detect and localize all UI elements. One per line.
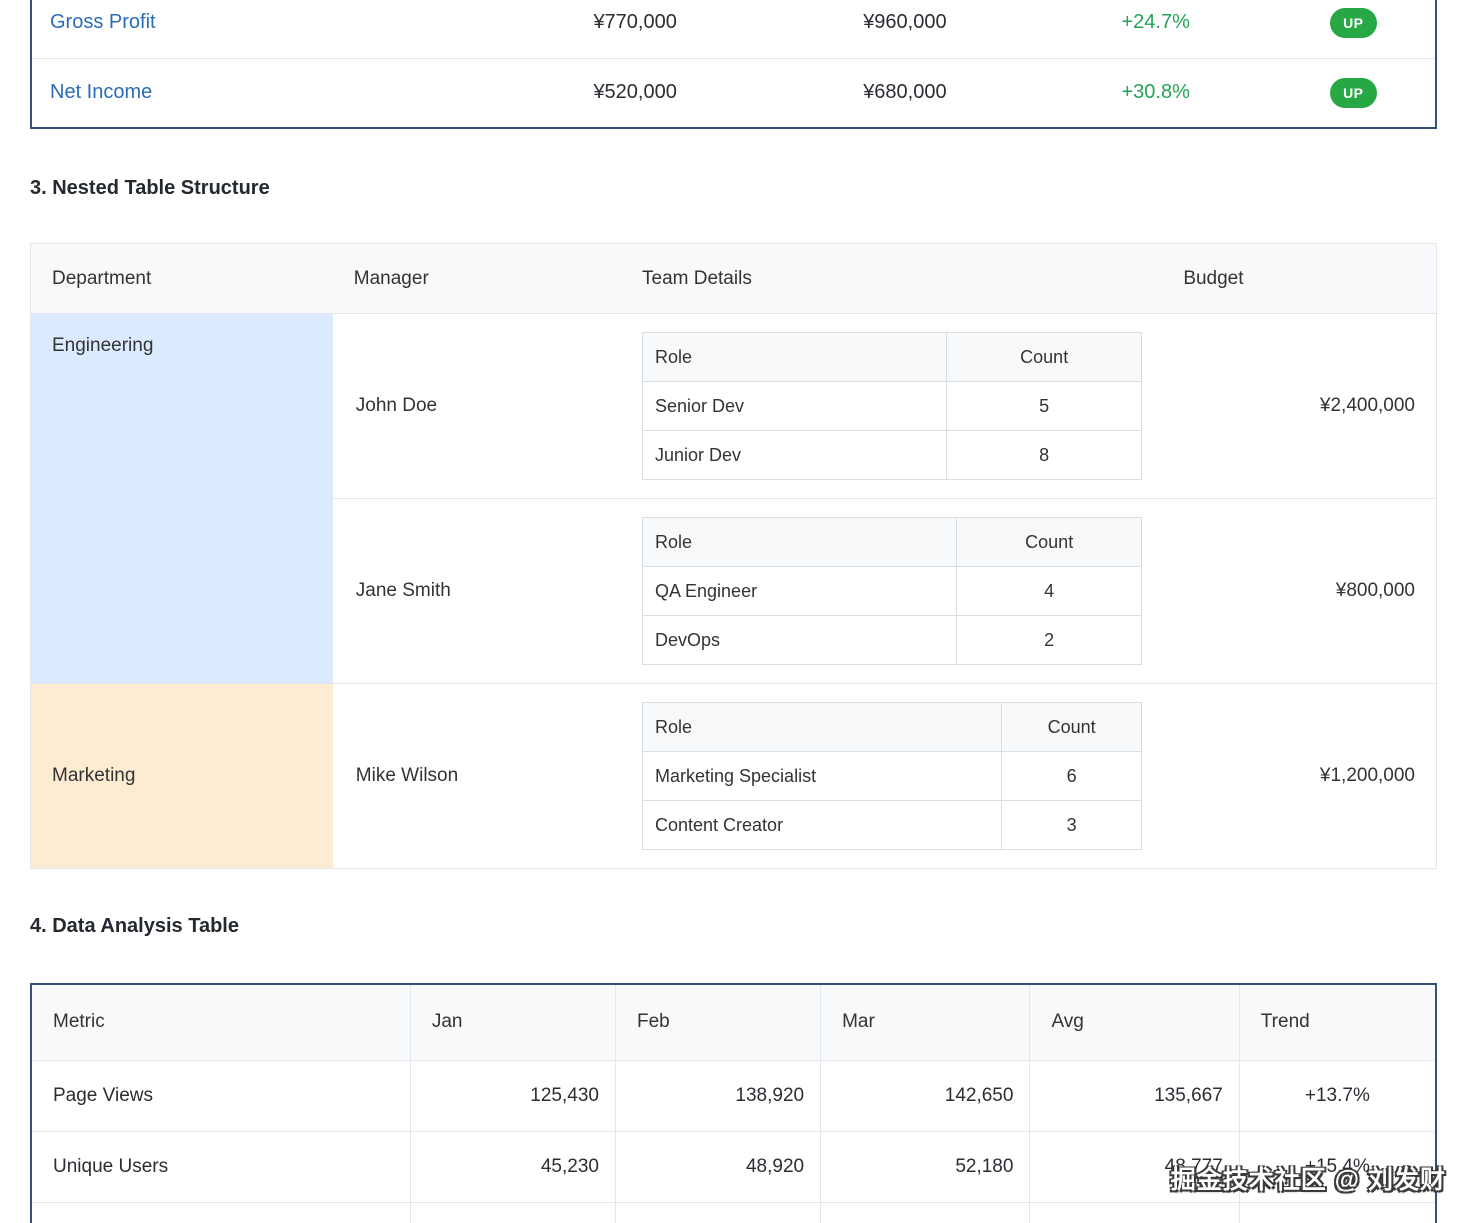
badge-cell: UP bbox=[1272, 0, 1436, 58]
metric-cell: Page Views bbox=[31, 1060, 410, 1131]
status-badge-up: UP bbox=[1330, 8, 1376, 38]
manager-cell: Mike Wilson bbox=[333, 684, 621, 869]
value-cell: 48,920 bbox=[615, 1131, 820, 1202]
role-cell: Content Creator bbox=[643, 801, 1002, 850]
article-content: Gross Profit ¥770,000 ¥960,000 +24.7% UP… bbox=[0, 0, 1468, 1223]
value-cell bbox=[410, 1202, 615, 1223]
role-cell: QA Engineer bbox=[643, 567, 957, 616]
table-row-john-doe: Engineering John Doe Role Count bbox=[31, 314, 1437, 499]
value-cell: 45,230 bbox=[410, 1131, 615, 1202]
column-header-mar: Mar bbox=[821, 984, 1030, 1060]
column-header-manager: Manager bbox=[333, 244, 621, 314]
column-header-department: Department bbox=[31, 244, 333, 314]
table-header-row: Role Count bbox=[643, 333, 1142, 382]
value-cell bbox=[1030, 1202, 1239, 1223]
change-percent-cell: +30.8% bbox=[1040, 58, 1272, 128]
role-cell: Senior Dev bbox=[643, 382, 947, 431]
budget-cell: ¥1,200,000 bbox=[1162, 684, 1436, 869]
value-cell bbox=[615, 1202, 820, 1223]
department-cell-engineering: Engineering bbox=[31, 314, 333, 684]
role-cell: Marketing Specialist bbox=[643, 752, 1002, 801]
table-row: Senior Dev 5 bbox=[643, 382, 1142, 431]
change-percent-cell: +24.7% bbox=[1040, 0, 1272, 58]
column-header-role: Role bbox=[643, 518, 957, 567]
department-cell-marketing: Marketing bbox=[31, 684, 333, 869]
metric-link-gross-profit[interactable]: Gross Profit bbox=[31, 0, 500, 58]
role-cell: Junior Dev bbox=[643, 431, 947, 480]
budget-cell: ¥2,400,000 bbox=[1162, 314, 1436, 499]
table-header-row: Role Count bbox=[643, 703, 1142, 752]
team-details-cell: Role Count QA Engineer 4 DevOps 2 bbox=[621, 499, 1162, 684]
column-header-jan: Jan bbox=[410, 984, 615, 1060]
table-row: Content Creator 3 bbox=[643, 801, 1142, 850]
team-roles-table: Role Count Senior Dev 5 Junior Dev bbox=[642, 332, 1142, 480]
financial-summary-table: Gross Profit ¥770,000 ¥960,000 +24.7% UP… bbox=[30, 0, 1437, 129]
table-row: DevOps 2 bbox=[643, 616, 1142, 665]
value-cell: ¥770,000 bbox=[500, 0, 770, 58]
column-header-team-details: Team Details bbox=[621, 244, 1162, 314]
column-header-count: Count bbox=[957, 518, 1142, 567]
value-cell: ¥680,000 bbox=[770, 58, 1040, 128]
table-row-mike-wilson: Marketing Mike Wilson Role Count bbox=[31, 684, 1437, 869]
watermark: 掘金技术社区 @ 刘发财 bbox=[1171, 1160, 1446, 1196]
team-details-cell: Role Count Senior Dev 5 Junior Dev bbox=[621, 314, 1162, 499]
table-header-row: Role Count bbox=[643, 518, 1142, 567]
value-cell bbox=[821, 1202, 1030, 1223]
value-cell: ¥960,000 bbox=[770, 0, 1040, 58]
value-cell: 142,650 bbox=[821, 1060, 1030, 1131]
table-header-row: Department Manager Team Details Budget bbox=[31, 244, 1437, 314]
column-header-count: Count bbox=[1002, 703, 1142, 752]
table-row-partial bbox=[31, 1202, 1436, 1223]
count-cell: 8 bbox=[947, 431, 1142, 480]
manager-cell: John Doe bbox=[333, 314, 621, 499]
team-roles-table: Role Count Marketing Specialist 6 Conten… bbox=[642, 702, 1142, 850]
table-header-row: Metric Jan Feb Mar Avg Trend bbox=[31, 984, 1436, 1060]
table-row: Junior Dev 8 bbox=[643, 431, 1142, 480]
column-header-avg: Avg bbox=[1030, 984, 1239, 1060]
value-cell: 135,667 bbox=[1030, 1060, 1239, 1131]
value-cell: ¥520,000 bbox=[500, 58, 770, 128]
trend-cell bbox=[1239, 1202, 1436, 1223]
metric-link-net-income[interactable]: Net Income bbox=[31, 58, 500, 128]
manager-cell: Jane Smith bbox=[333, 499, 621, 684]
column-header-budget: Budget bbox=[1162, 244, 1436, 314]
value-cell: 52,180 bbox=[821, 1131, 1030, 1202]
table-row-page-views: Page Views 125,430 138,920 142,650 135,6… bbox=[31, 1060, 1436, 1131]
trend-cell: +13.7% bbox=[1239, 1060, 1436, 1131]
value-cell: 138,920 bbox=[615, 1060, 820, 1131]
status-badge-up: UP bbox=[1330, 78, 1376, 108]
team-roles-table: Role Count QA Engineer 4 DevOps 2 bbox=[642, 517, 1142, 665]
value-cell: 125,430 bbox=[410, 1060, 615, 1131]
section-heading-data-analysis: 4. Data Analysis Table bbox=[30, 915, 1437, 938]
count-cell: 4 bbox=[957, 567, 1142, 616]
count-cell: 6 bbox=[1002, 752, 1142, 801]
column-header-role: Role bbox=[643, 333, 947, 382]
column-header-metric: Metric bbox=[31, 984, 410, 1060]
column-header-feb: Feb bbox=[615, 984, 820, 1060]
metric-cell: Unique Users bbox=[31, 1131, 410, 1202]
metric-cell bbox=[31, 1202, 410, 1223]
column-header-role: Role bbox=[643, 703, 1002, 752]
team-details-cell: Role Count Marketing Specialist 6 Conten… bbox=[621, 684, 1162, 869]
table-row: QA Engineer 4 bbox=[643, 567, 1142, 616]
column-header-count: Count bbox=[947, 333, 1142, 382]
role-cell: DevOps bbox=[643, 616, 957, 665]
count-cell: 5 bbox=[947, 382, 1142, 431]
badge-cell: UP bbox=[1272, 58, 1436, 128]
table-row-gross-profit: Gross Profit ¥770,000 ¥960,000 +24.7% UP bbox=[31, 0, 1436, 58]
table-row: Marketing Specialist 6 bbox=[643, 752, 1142, 801]
budget-cell: ¥800,000 bbox=[1162, 499, 1436, 684]
section-heading-nested-table: 3. Nested Table Structure bbox=[30, 177, 1437, 200]
count-cell: 2 bbox=[957, 616, 1142, 665]
column-header-trend: Trend bbox=[1239, 984, 1436, 1060]
count-cell: 3 bbox=[1002, 801, 1142, 850]
nested-structure-table: Department Manager Team Details Budget E… bbox=[30, 243, 1437, 869]
table-row-net-income: Net Income ¥520,000 ¥680,000 +30.8% UP bbox=[31, 58, 1436, 128]
